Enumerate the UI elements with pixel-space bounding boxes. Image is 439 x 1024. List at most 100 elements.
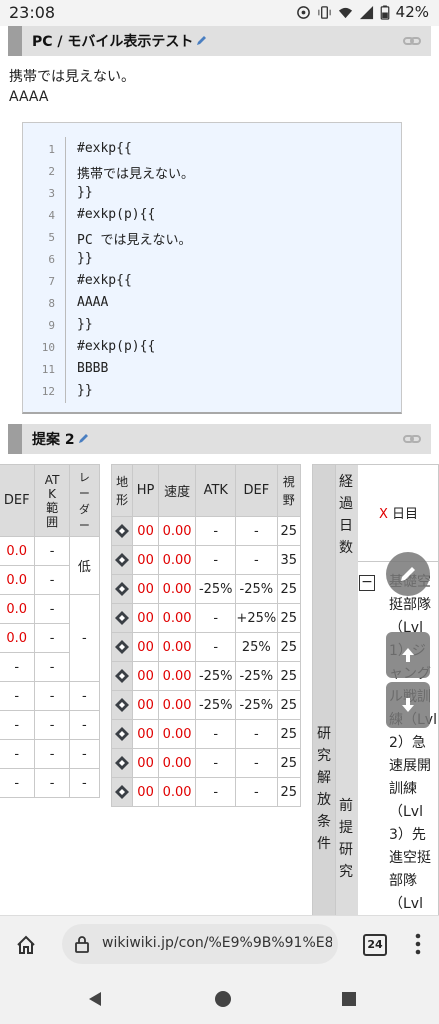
cell: 0.00 — [157, 516, 197, 546]
menu-dots-icon[interactable] — [414, 932, 422, 956]
cell: 0.00 — [157, 632, 197, 662]
code-line: 11 BBBB — [23, 359, 401, 381]
terrain-icon — [115, 582, 130, 596]
days-header: 経過日数 — [339, 474, 353, 556]
table-row: 00 0.00 -25% -25% 25 — [110, 690, 302, 720]
code-line: 2 携帯では見えない。 — [23, 161, 401, 183]
anchor-link-icon[interactable] — [403, 431, 421, 447]
cell: 25 — [276, 603, 302, 633]
cell: 25 — [276, 690, 302, 720]
status-icons: 42% — [296, 3, 429, 21]
cell: - — [34, 623, 70, 653]
cell: 25 — [276, 632, 302, 662]
cell: -25% — [235, 574, 278, 604]
cell: - — [34, 536, 70, 566]
cell: 0.0 — [0, 594, 36, 624]
line-number: 12 — [41, 385, 55, 398]
prereq-label: 前提研究 — [339, 798, 353, 880]
cell: 35 — [276, 545, 302, 575]
code-text: PC では見えない。 — [77, 233, 192, 248]
terrain-cell — [110, 632, 134, 662]
prereq-research-list: 基礎空挺部隊（Lvl 1）ジャングル戦訓練（Lvl 2）急速展開訓練（Lvl 3… — [389, 574, 437, 935]
cell: -25% — [235, 661, 278, 691]
cell: - — [0, 681, 36, 711]
col-header: 地形 — [110, 464, 134, 517]
cell: - — [34, 565, 70, 595]
scroll-bottom-button[interactable] — [386, 682, 430, 728]
battery-icon — [380, 4, 390, 20]
terrain-icon — [115, 698, 130, 712]
table-row: 00 0.00- -25 — [110, 719, 302, 749]
table-row: 00 0.00- +25% 25 — [110, 603, 302, 633]
section-heading-pc-mobile: PC / モバイル表示テスト — [8, 26, 431, 56]
scroll-top-button[interactable] — [386, 632, 430, 678]
cell: - — [235, 516, 278, 546]
terrain-cell — [110, 719, 134, 749]
cell: 0.00 — [157, 777, 197, 807]
signal-icon — [359, 5, 373, 19]
cell: - — [195, 632, 237, 662]
col-header: ATK — [195, 464, 237, 517]
home-circle-icon[interactable] — [214, 990, 232, 1008]
cell: 25 — [276, 777, 302, 807]
cell: 00 — [132, 632, 159, 662]
cell: 0.00 — [157, 574, 197, 604]
cell: - — [68, 681, 101, 711]
cell: - — [195, 603, 237, 633]
line-number: 6 — [48, 253, 55, 266]
days-value: X 日目 — [378, 507, 419, 522]
cell: - — [235, 777, 278, 807]
cell: - — [34, 652, 70, 682]
status-time: 23:08 — [9, 3, 56, 22]
code-text: }} — [77, 185, 93, 200]
cell: 00 — [132, 545, 159, 575]
cell: - — [0, 710, 36, 740]
code-text: #exkp{{ — [77, 273, 132, 288]
url-field[interactable]: wikiwiki.jp/con/%E9%9B%91%E8% — [62, 924, 338, 964]
line-number: 11 — [41, 363, 55, 376]
anchor-link-icon[interactable] — [403, 33, 421, 49]
cell: - — [195, 545, 237, 575]
line-number: 9 — [48, 319, 55, 332]
code-text: }} — [77, 383, 93, 398]
code-line: 5 PC では見えない。 — [23, 227, 401, 249]
terrain-cell — [110, 748, 134, 778]
section-heading-proposal-2: 提案 2 — [8, 424, 431, 454]
terrain-icon — [115, 640, 130, 654]
cell: 25 — [276, 748, 302, 778]
terrain-icon — [115, 524, 130, 538]
terrain-icon — [115, 785, 130, 799]
col-header: DEF — [235, 464, 278, 517]
section-title: PC / モバイル表示テスト — [32, 34, 194, 50]
recents-icon[interactable] — [341, 991, 357, 1007]
collapse-toggle-button[interactable]: − — [359, 575, 375, 591]
edit-pencil-icon[interactable] — [77, 433, 89, 445]
cell: 0.00 — [157, 603, 197, 633]
terrain-icon — [115, 756, 130, 770]
tab-count-button[interactable]: 24 — [363, 934, 387, 956]
table-row: 00 0.00-25% 25 — [110, 632, 302, 662]
code-line: 6}} — [23, 249, 401, 271]
col-header: DEF — [0, 464, 36, 537]
back-icon[interactable] — [86, 990, 104, 1008]
col-header: 視野 — [276, 464, 302, 517]
cell: - — [68, 594, 101, 682]
cell: - — [34, 594, 70, 624]
cell: -25% — [195, 690, 237, 720]
line-number: 1 — [48, 143, 55, 156]
status-bar: 23:08 42% — [0, 0, 439, 26]
cell: 25 — [276, 661, 302, 691]
terrain-cell — [110, 545, 134, 575]
home-icon[interactable] — [15, 934, 37, 956]
table-row: 00 0.00- -25 — [110, 748, 302, 778]
cell: - — [68, 768, 101, 798]
edit-fab-button[interactable] — [386, 552, 430, 596]
edit-pencil-icon[interactable] — [195, 35, 207, 47]
cell: 00 — [132, 690, 159, 720]
cell: 0.0 — [0, 565, 36, 595]
cell: 0.00 — [157, 748, 197, 778]
cell: - — [0, 739, 36, 769]
code-line: 12}} — [23, 381, 401, 403]
table-row: 00 0.00- -35 — [110, 545, 302, 575]
terrain-cell — [110, 574, 134, 604]
